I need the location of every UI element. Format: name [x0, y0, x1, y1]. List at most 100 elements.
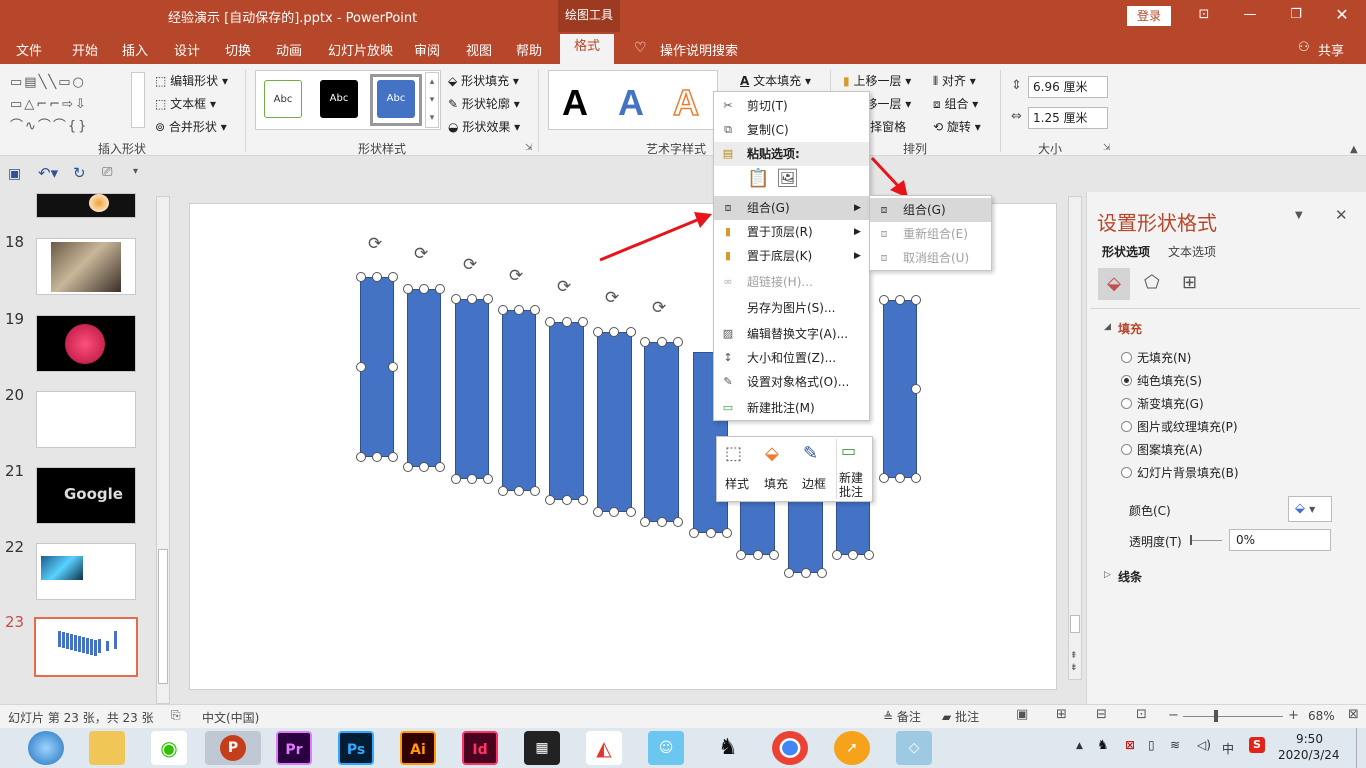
resize-handle[interactable]	[801, 568, 811, 578]
resize-handle[interactable]	[848, 550, 858, 560]
tab-help[interactable]: 帮助	[516, 40, 542, 59]
resize-handle[interactable]	[545, 495, 555, 505]
prev-next-slide-icon[interactable]: ⇞ ⇟	[1070, 650, 1078, 674]
resize-handle[interactable]	[769, 550, 779, 560]
pane-close-icon[interactable]: ✕	[1335, 206, 1348, 224]
blue-bar-shape[interactable]	[455, 299, 489, 479]
slide-thumbnail-18[interactable]	[36, 238, 136, 295]
rotate-handle-icon[interactable]: ⟳	[652, 298, 666, 318]
size-properties-icon[interactable]: ⊞	[1182, 272, 1197, 293]
radio-gradient-fill[interactable]	[1121, 398, 1132, 409]
resize-handle[interactable]	[673, 517, 683, 527]
menu-item-size-position[interactable]: ↕ 大小和位置(Z)...	[714, 346, 869, 370]
resize-handle[interactable]	[403, 462, 413, 472]
resize-handle[interactable]	[640, 337, 650, 347]
resize-handle[interactable]	[911, 473, 921, 483]
wechat-icon[interactable]: ◉	[151, 731, 187, 765]
transparency-input[interactable]: 0%	[1229, 529, 1331, 551]
rotate-handle-icon[interactable]: ⟳	[414, 244, 428, 264]
resize-handle[interactable]	[467, 294, 477, 304]
picture-fill-label[interactable]: 图片或纹理填充(P)	[1137, 418, 1238, 435]
blue-bar-shape[interactable]	[740, 495, 775, 555]
blue-bar-shape[interactable]	[502, 310, 536, 491]
shape-outline-button[interactable]: ✎ 形状轮廓 ▾	[448, 95, 520, 112]
eraser-app-icon[interactable]: ◇	[896, 731, 932, 765]
powerpoint-taskbar-icon[interactable]: P	[205, 731, 261, 765]
notes-button[interactable]: ≜ 备注	[883, 708, 921, 725]
rotate-handle-icon[interactable]: ⟳	[368, 234, 382, 254]
blue-bar-shape[interactable]	[549, 322, 584, 500]
menu-item-edit-alt-text[interactable]: ▨ 编辑替换文字(A)...	[714, 322, 869, 346]
slide-thumbnail-21[interactable]: Google	[36, 467, 136, 524]
resize-handle[interactable]	[483, 474, 493, 484]
radio-background-fill[interactable]	[1121, 467, 1132, 478]
resize-handle[interactable]	[895, 295, 905, 305]
outline-pen-icon[interactable]: ✎	[803, 443, 818, 464]
submenu-item-ungroup[interactable]: ⧈ 取消组合(U)	[870, 246, 991, 270]
outline-button[interactable]: 边框	[802, 475, 826, 492]
blue-bar-shape[interactable]	[407, 289, 441, 467]
collapse-fill-icon[interactable]: ◢	[1104, 322, 1111, 332]
tab-design[interactable]: 设计	[174, 40, 200, 59]
menu-item-bring-to-front[interactable]: ▮ 置于顶层(R) ▶	[714, 220, 869, 244]
resize-handle[interactable]	[356, 272, 366, 282]
resize-handle[interactable]	[593, 327, 603, 337]
share-button[interactable]: 共享	[1318, 40, 1344, 59]
resize-handle[interactable]	[578, 317, 588, 327]
resize-handle[interactable]	[722, 528, 732, 538]
effects-pentagon-icon[interactable]: ⬠	[1144, 272, 1160, 293]
resize-handle[interactable]	[640, 517, 650, 527]
blue-bar-shape[interactable]	[788, 495, 823, 573]
editor-scrollbar[interactable]	[1068, 196, 1082, 680]
resize-handle[interactable]	[626, 507, 636, 517]
height-input[interactable]: 6.96 厘米	[1028, 76, 1108, 98]
resize-handle[interactable]	[388, 452, 398, 462]
resize-handle[interactable]	[451, 294, 461, 304]
merge-shapes-button[interactable]: ⊚ 合并形状 ▾	[155, 118, 227, 135]
rotate-handle-icon[interactable]: ⟳	[605, 288, 619, 308]
clock-time[interactable]: 9:50	[1296, 732, 1323, 746]
resize-handle[interactable]	[832, 550, 842, 560]
radio-picture-fill[interactable]	[1121, 421, 1132, 432]
new-comment-button-line2[interactable]: 批注	[839, 483, 863, 500]
zoom-out-icon[interactable]: −	[1168, 708, 1179, 723]
undo-icon[interactable]: ↶▾	[38, 164, 58, 182]
resize-handle[interactable]	[911, 295, 921, 305]
tab-slideshow[interactable]: 幻灯片放映	[328, 40, 393, 59]
maximize-button[interactable]: ❐	[1284, 6, 1308, 26]
pane-options-icon[interactable]: ▼	[1295, 210, 1303, 221]
tray-network-icon[interactable]: ≋	[1170, 738, 1180, 752]
resize-handle[interactable]	[530, 486, 540, 496]
rotate-handle-icon[interactable]: ⟳	[509, 266, 523, 286]
ime-indicator[interactable]: 中	[1222, 740, 1234, 757]
resize-handle[interactable]	[784, 568, 794, 578]
resize-handle[interactable]	[467, 474, 477, 484]
reading-view-icon[interactable]: ⊟	[1096, 707, 1107, 722]
tray-security-icon[interactable]: ⊠	[1125, 738, 1135, 752]
menu-item-new-comment[interactable]: ▭ 新建批注(M)	[714, 396, 869, 420]
group-button[interactable]: ⧈ 组合 ▾	[933, 95, 978, 112]
resize-handle[interactable]	[498, 305, 508, 315]
tray-volume-icon[interactable]: ◁)	[1197, 738, 1211, 752]
present-icon[interactable]: ⎚	[102, 165, 112, 180]
resize-handle[interactable]	[356, 362, 366, 372]
bring-forward-button[interactable]: ▮ 上移一层 ▾	[843, 72, 911, 89]
customize-qat-icon[interactable]: ▾	[133, 166, 138, 177]
collapse-ribbon-icon[interactable]: ▲	[1350, 144, 1358, 155]
scroll-thumb[interactable]	[1070, 615, 1080, 633]
resize-handle[interactable]	[657, 517, 667, 527]
fill-line-icon[interactable]: ⬙	[1098, 268, 1130, 300]
submenu-item-group[interactable]: ⧈ 组合(G)	[870, 198, 991, 222]
text-fill-button[interactable]: A 文本填充 ▾	[740, 72, 811, 89]
tab-file[interactable]: 文件	[16, 40, 42, 59]
resize-handle[interactable]	[689, 528, 699, 538]
sogou-ime-icon[interactable]: S	[1249, 737, 1265, 753]
color-picker-button[interactable]: ⬙ ▼	[1288, 496, 1332, 522]
start-button-icon[interactable]	[28, 731, 64, 765]
resize-handle[interactable]	[498, 486, 508, 496]
indesign-icon[interactable]: Id	[462, 731, 498, 765]
menu-item-save-as-picture[interactable]: 另存为图片(S)...	[714, 296, 869, 320]
resize-handle[interactable]	[562, 495, 572, 505]
resize-handle[interactable]	[514, 486, 524, 496]
tab-home[interactable]: 开始	[72, 40, 98, 59]
